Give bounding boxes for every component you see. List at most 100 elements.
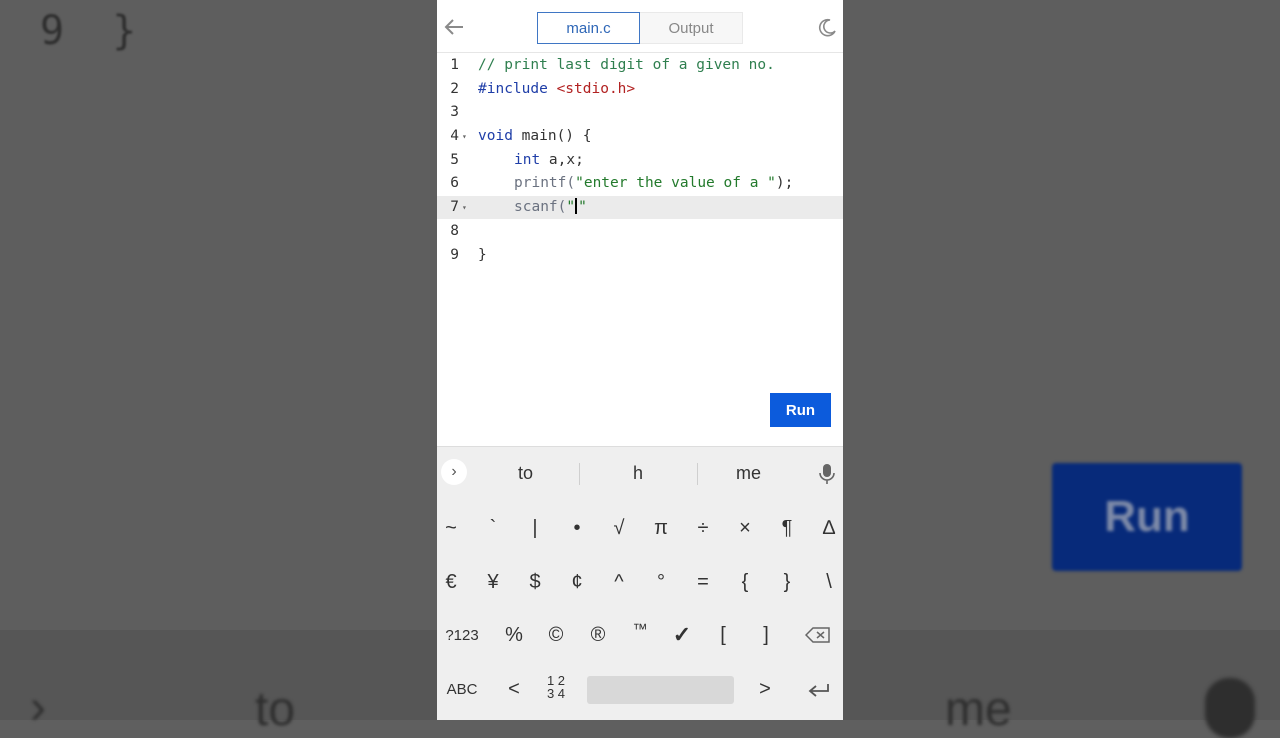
code-text: #include <stdio.h> <box>478 78 635 101</box>
code-line: 2 #include <stdio.h> <box>437 78 843 101</box>
tab-main-c[interactable]: main.c <box>537 12 640 44</box>
background-run-button: Run <box>1052 463 1242 571</box>
key[interactable]: | <box>515 508 555 548</box>
line-number: 5 <box>450 152 459 168</box>
key[interactable]: [ <box>703 615 743 655</box>
line-number: 3 <box>450 104 459 120</box>
number-pad-key-bottom: 3 4 <box>546 686 566 701</box>
key[interactable]: ¢ <box>557 562 597 602</box>
suggestion-word[interactable]: to <box>518 463 533 484</box>
expand-toolbar-chevron-icon[interactable]: › <box>441 459 467 485</box>
line-number: 7 <box>450 199 459 215</box>
key[interactable]: × <box>725 508 765 548</box>
code-text: scanf(" " <box>514 196 587 219</box>
code-line: 9 } <box>437 244 843 267</box>
key[interactable]: = <box>683 562 723 602</box>
key[interactable]: ¥ <box>473 562 513 602</box>
dark-mode-moon-icon[interactable] <box>817 18 837 38</box>
key[interactable]: π <box>641 508 681 548</box>
code-token-rest: a,x; <box>540 152 584 168</box>
back-arrow-icon[interactable] <box>443 16 465 38</box>
key[interactable]: ® <box>578 615 618 655</box>
code-text: int a,x; <box>514 149 584 172</box>
code-token-function: printf( <box>514 175 576 191</box>
code-text: void main() { <box>478 125 592 148</box>
soft-keyboard: › to h me ~ ` | • √ π ÷ × ¶ ∆ € ¥ $ ¢ ^ … <box>437 446 843 720</box>
key[interactable]: ∆ <box>809 508 843 548</box>
line-number: 6 <box>450 175 459 191</box>
code-token-include: #include <box>478 81 548 97</box>
space-key[interactable] <box>587 676 734 704</box>
background-suggestion-right: me <box>945 683 1012 736</box>
line-number: 1 <box>450 57 459 73</box>
code-token-header: <stdio.h> <box>556 81 636 97</box>
backspace-icon[interactable] <box>805 627 831 643</box>
number-pad-key[interactable]: 1 2 3 4 <box>536 667 576 707</box>
key[interactable]: ™ <box>620 609 660 649</box>
code-line: 8 <box>437 220 843 243</box>
code-line: 4 ▾ void main() { <box>437 125 843 148</box>
key[interactable]: > <box>745 669 785 709</box>
suggestion-bar: › to h me <box>437 447 843 499</box>
suggestion-word[interactable]: h <box>633 463 643 484</box>
symbols-page-key[interactable]: ?123 <box>441 615 483 655</box>
code-line: 6 printf("enter the value of a "); <box>437 172 843 195</box>
code-line-active: 7 ▾ scanf(" " <box>437 196 843 219</box>
line-number: 8 <box>450 223 459 239</box>
key[interactable]: { <box>725 562 765 602</box>
line-number: 9 <box>450 247 459 263</box>
code-text: // print last digit of a given no. <box>478 57 775 73</box>
line-number: 4 <box>450 128 459 144</box>
code-text: } <box>478 247 487 263</box>
key[interactable]: $ <box>515 562 555 602</box>
line-number: 2 <box>450 81 459 97</box>
background-suggestion-left: to <box>255 683 296 736</box>
key[interactable]: • <box>557 508 597 548</box>
background-mic-icon <box>1205 678 1255 738</box>
suggestion-divider <box>579 463 580 485</box>
key[interactable]: ~ <box>437 508 471 548</box>
key[interactable]: \ <box>809 562 843 602</box>
code-token-keyword: void <box>478 128 513 144</box>
code-token-string: " <box>578 199 587 215</box>
suggestion-word[interactable]: me <box>736 463 761 484</box>
key[interactable]: % <box>494 615 534 655</box>
key[interactable]: ° <box>641 562 681 602</box>
phone-screen: main.c Output 1 // print last digit of a… <box>437 0 843 720</box>
text-cursor <box>575 198 578 214</box>
code-token-string: " <box>566 199 576 215</box>
code-line: 3 <box>437 101 843 124</box>
code-token-function: scanf( <box>514 199 567 215</box>
key[interactable]: < <box>494 669 534 709</box>
key[interactable]: ÷ <box>683 508 723 548</box>
key[interactable]: © <box>536 615 576 655</box>
background-chevron-icon: › <box>30 681 46 734</box>
microphone-icon[interactable] <box>819 463 835 485</box>
abc-key[interactable]: ABC <box>441 669 483 709</box>
run-button[interactable]: Run <box>770 393 831 427</box>
fold-toggle-icon[interactable]: ▾ <box>462 196 467 219</box>
enter-icon[interactable] <box>808 683 830 697</box>
suggestion-divider <box>697 463 698 485</box>
key[interactable]: ✓ <box>662 615 702 655</box>
code-text: printf("enter the value of a "); <box>514 172 793 195</box>
top-bar: main.c Output <box>437 0 843 53</box>
key[interactable]: ] <box>746 615 786 655</box>
code-token-keyword: int <box>514 152 541 168</box>
code-editor[interactable]: 1 // print last digit of a given no. 2 #… <box>437 54 843 444</box>
code-line: 5 int a,x; <box>437 149 843 172</box>
fold-toggle-icon[interactable]: ▾ <box>462 125 467 148</box>
code-token-rest: main() { <box>512 128 592 144</box>
code-token-rest: ); <box>775 175 794 191</box>
code-line: 1 // print last digit of a given no. <box>437 54 843 77</box>
key[interactable]: √ <box>599 508 639 548</box>
code-token-string: "enter the value of a " <box>575 175 776 191</box>
file-tabs: main.c Output <box>537 12 743 44</box>
tab-output[interactable]: Output <box>640 12 743 44</box>
key[interactable]: ^ <box>599 562 639 602</box>
key[interactable]: } <box>767 562 807 602</box>
key[interactable]: ` <box>473 508 513 548</box>
key[interactable]: ¶ <box>767 508 807 548</box>
key[interactable]: € <box>437 562 471 602</box>
background-code-fragment: 9 } <box>40 8 137 54</box>
